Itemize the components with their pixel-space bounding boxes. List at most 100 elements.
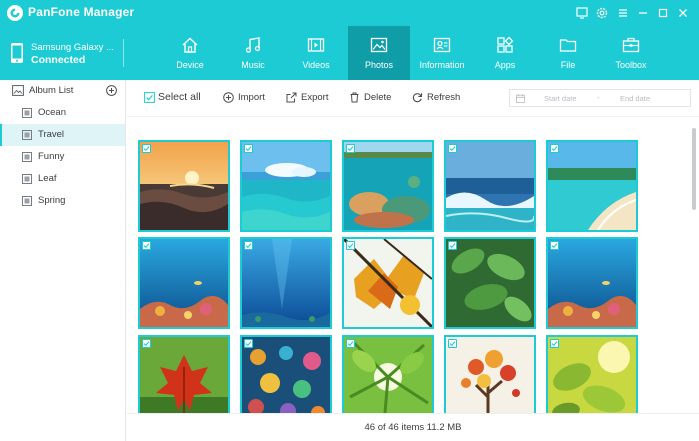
device-info[interactable]: Samsung Galaxy ... Connected <box>0 26 126 80</box>
photo-checkbox[interactable] <box>142 144 151 153</box>
refresh-label: Refresh <box>427 92 461 103</box>
photo-thumbnail[interactable] <box>240 335 332 413</box>
album-item-funny[interactable]: Funny <box>0 146 125 168</box>
maximize-icon[interactable] <box>655 5 671 21</box>
album-item-spring[interactable]: Spring <box>0 190 125 212</box>
photo-thumbnail[interactable] <box>342 237 434 329</box>
tab-label: Photos <box>364 60 394 70</box>
folder-icon <box>559 39 577 52</box>
photo-checkbox[interactable] <box>550 339 559 348</box>
photo-checkbox[interactable] <box>550 144 559 153</box>
export-icon <box>286 92 297 103</box>
date-range-filter[interactable]: Start date - End date <box>509 89 691 107</box>
photo-grid <box>127 118 699 413</box>
settings-gear-icon[interactable] <box>594 5 610 21</box>
menu-icon[interactable] <box>615 5 631 21</box>
green-leaves-photo <box>446 239 534 327</box>
album-item-ocean[interactable]: Ocean <box>0 102 125 124</box>
photo-checkbox[interactable] <box>448 339 457 348</box>
phone-icon <box>11 43 23 63</box>
underwater-reef-photo <box>548 239 636 327</box>
tab-information[interactable]: Information <box>411 26 473 80</box>
start-date-input[interactable]: Start date <box>544 94 577 103</box>
photo-thumbnail[interactable] <box>444 140 536 232</box>
refresh-button[interactable]: Refresh <box>412 91 467 106</box>
check-icon <box>143 243 150 249</box>
tropical-water-photo <box>242 142 330 230</box>
tab-file[interactable]: File <box>537 26 599 80</box>
tab-label: Device <box>176 60 204 70</box>
tab-music[interactable]: Music <box>222 26 284 80</box>
photo-checkbox[interactable] <box>346 144 355 153</box>
music-note-icon <box>245 37 261 53</box>
photo-thumbnail[interactable] <box>342 335 434 413</box>
album-item-label: Ocean <box>38 107 66 118</box>
delete-button[interactable]: Delete <box>349 91 399 106</box>
photo-thumbnail[interactable] <box>546 140 638 232</box>
album-item-leaf[interactable]: Leaf <box>0 168 125 190</box>
photo-checkbox[interactable] <box>448 144 457 153</box>
photo-thumbnail[interactable] <box>240 237 332 329</box>
photo-thumbnail[interactable] <box>138 140 230 232</box>
photo-thumbnail[interactable] <box>138 237 230 329</box>
end-date-input[interactable]: End date <box>620 94 650 103</box>
import-button[interactable]: Import <box>223 91 273 106</box>
check-icon <box>551 243 558 249</box>
ocean-wave-photo <box>446 142 534 230</box>
title-bar: PanFone Manager <box>0 0 699 26</box>
export-button[interactable]: Export <box>286 91 336 106</box>
item-count-status: 46 of 46 items 11.2 MB <box>364 422 462 433</box>
album-item-label: Spring <box>38 195 66 206</box>
photo-checkbox[interactable] <box>244 144 253 153</box>
album-thumb-icon <box>22 108 32 118</box>
contact-card-icon <box>433 37 451 53</box>
check-icon <box>347 341 354 347</box>
minimize-icon[interactable] <box>635 5 651 21</box>
status-bar: 46 of 46 items 11.2 MB <box>127 413 699 441</box>
photo-thumbnail[interactable] <box>240 140 332 232</box>
album-item-label: Travel <box>38 129 65 140</box>
photo-checkbox[interactable] <box>142 339 151 348</box>
tab-apps[interactable]: Apps <box>474 26 536 80</box>
select-all-checkbox[interactable]: Select all <box>144 91 220 106</box>
colorful-coral-photo <box>242 337 330 413</box>
tab-photos[interactable]: Photos <box>348 26 410 80</box>
check-icon <box>449 341 456 347</box>
photo-thumbnail[interactable] <box>444 237 536 329</box>
add-album-icon[interactable] <box>106 85 117 96</box>
photo-thumbnail[interactable] <box>138 335 230 413</box>
album-item-label: Leaf <box>38 173 57 184</box>
tab-label: Information <box>419 60 465 70</box>
photo-checkbox[interactable] <box>448 241 457 250</box>
export-label: Export <box>301 92 329 103</box>
album-thumb-icon <box>22 130 32 140</box>
photo-thumbnail[interactable] <box>444 335 536 413</box>
photo-checkbox[interactable] <box>346 241 355 250</box>
photo-checkbox[interactable] <box>244 339 253 348</box>
check-icon <box>449 146 456 152</box>
check-icon <box>245 341 252 347</box>
album-thumb-icon <box>22 152 32 162</box>
close-icon[interactable] <box>675 5 691 21</box>
device-name: Samsung Galaxy ... <box>31 42 114 53</box>
underwater-reef-photo <box>140 239 228 327</box>
nav-bar: Samsung Galaxy ... Connected Device Musi… <box>0 26 699 80</box>
tab-toolbox[interactable]: Toolbox <box>600 26 662 80</box>
photo-thumbnail[interactable] <box>546 237 638 329</box>
album-item-travel[interactable]: Travel <box>0 124 125 146</box>
tab-label: Apps <box>494 60 516 70</box>
grid-scrollbar[interactable] <box>692 128 696 210</box>
tab-device[interactable]: Device <box>159 26 221 80</box>
photo-checkbox[interactable] <box>244 241 253 250</box>
feedback-icon[interactable] <box>574 5 590 21</box>
photo-checkbox[interactable] <box>142 241 151 250</box>
album-list-title: Album List <box>29 85 74 96</box>
photo-checkbox[interactable] <box>346 339 355 348</box>
calendar-icon <box>516 94 525 103</box>
delete-label: Delete <box>364 92 392 103</box>
check-icon <box>449 243 456 249</box>
photo-thumbnail[interactable] <box>546 335 638 413</box>
tab-videos[interactable]: Videos <box>285 26 347 80</box>
photo-checkbox[interactable] <box>550 241 559 250</box>
photo-thumbnail[interactable] <box>342 140 434 232</box>
